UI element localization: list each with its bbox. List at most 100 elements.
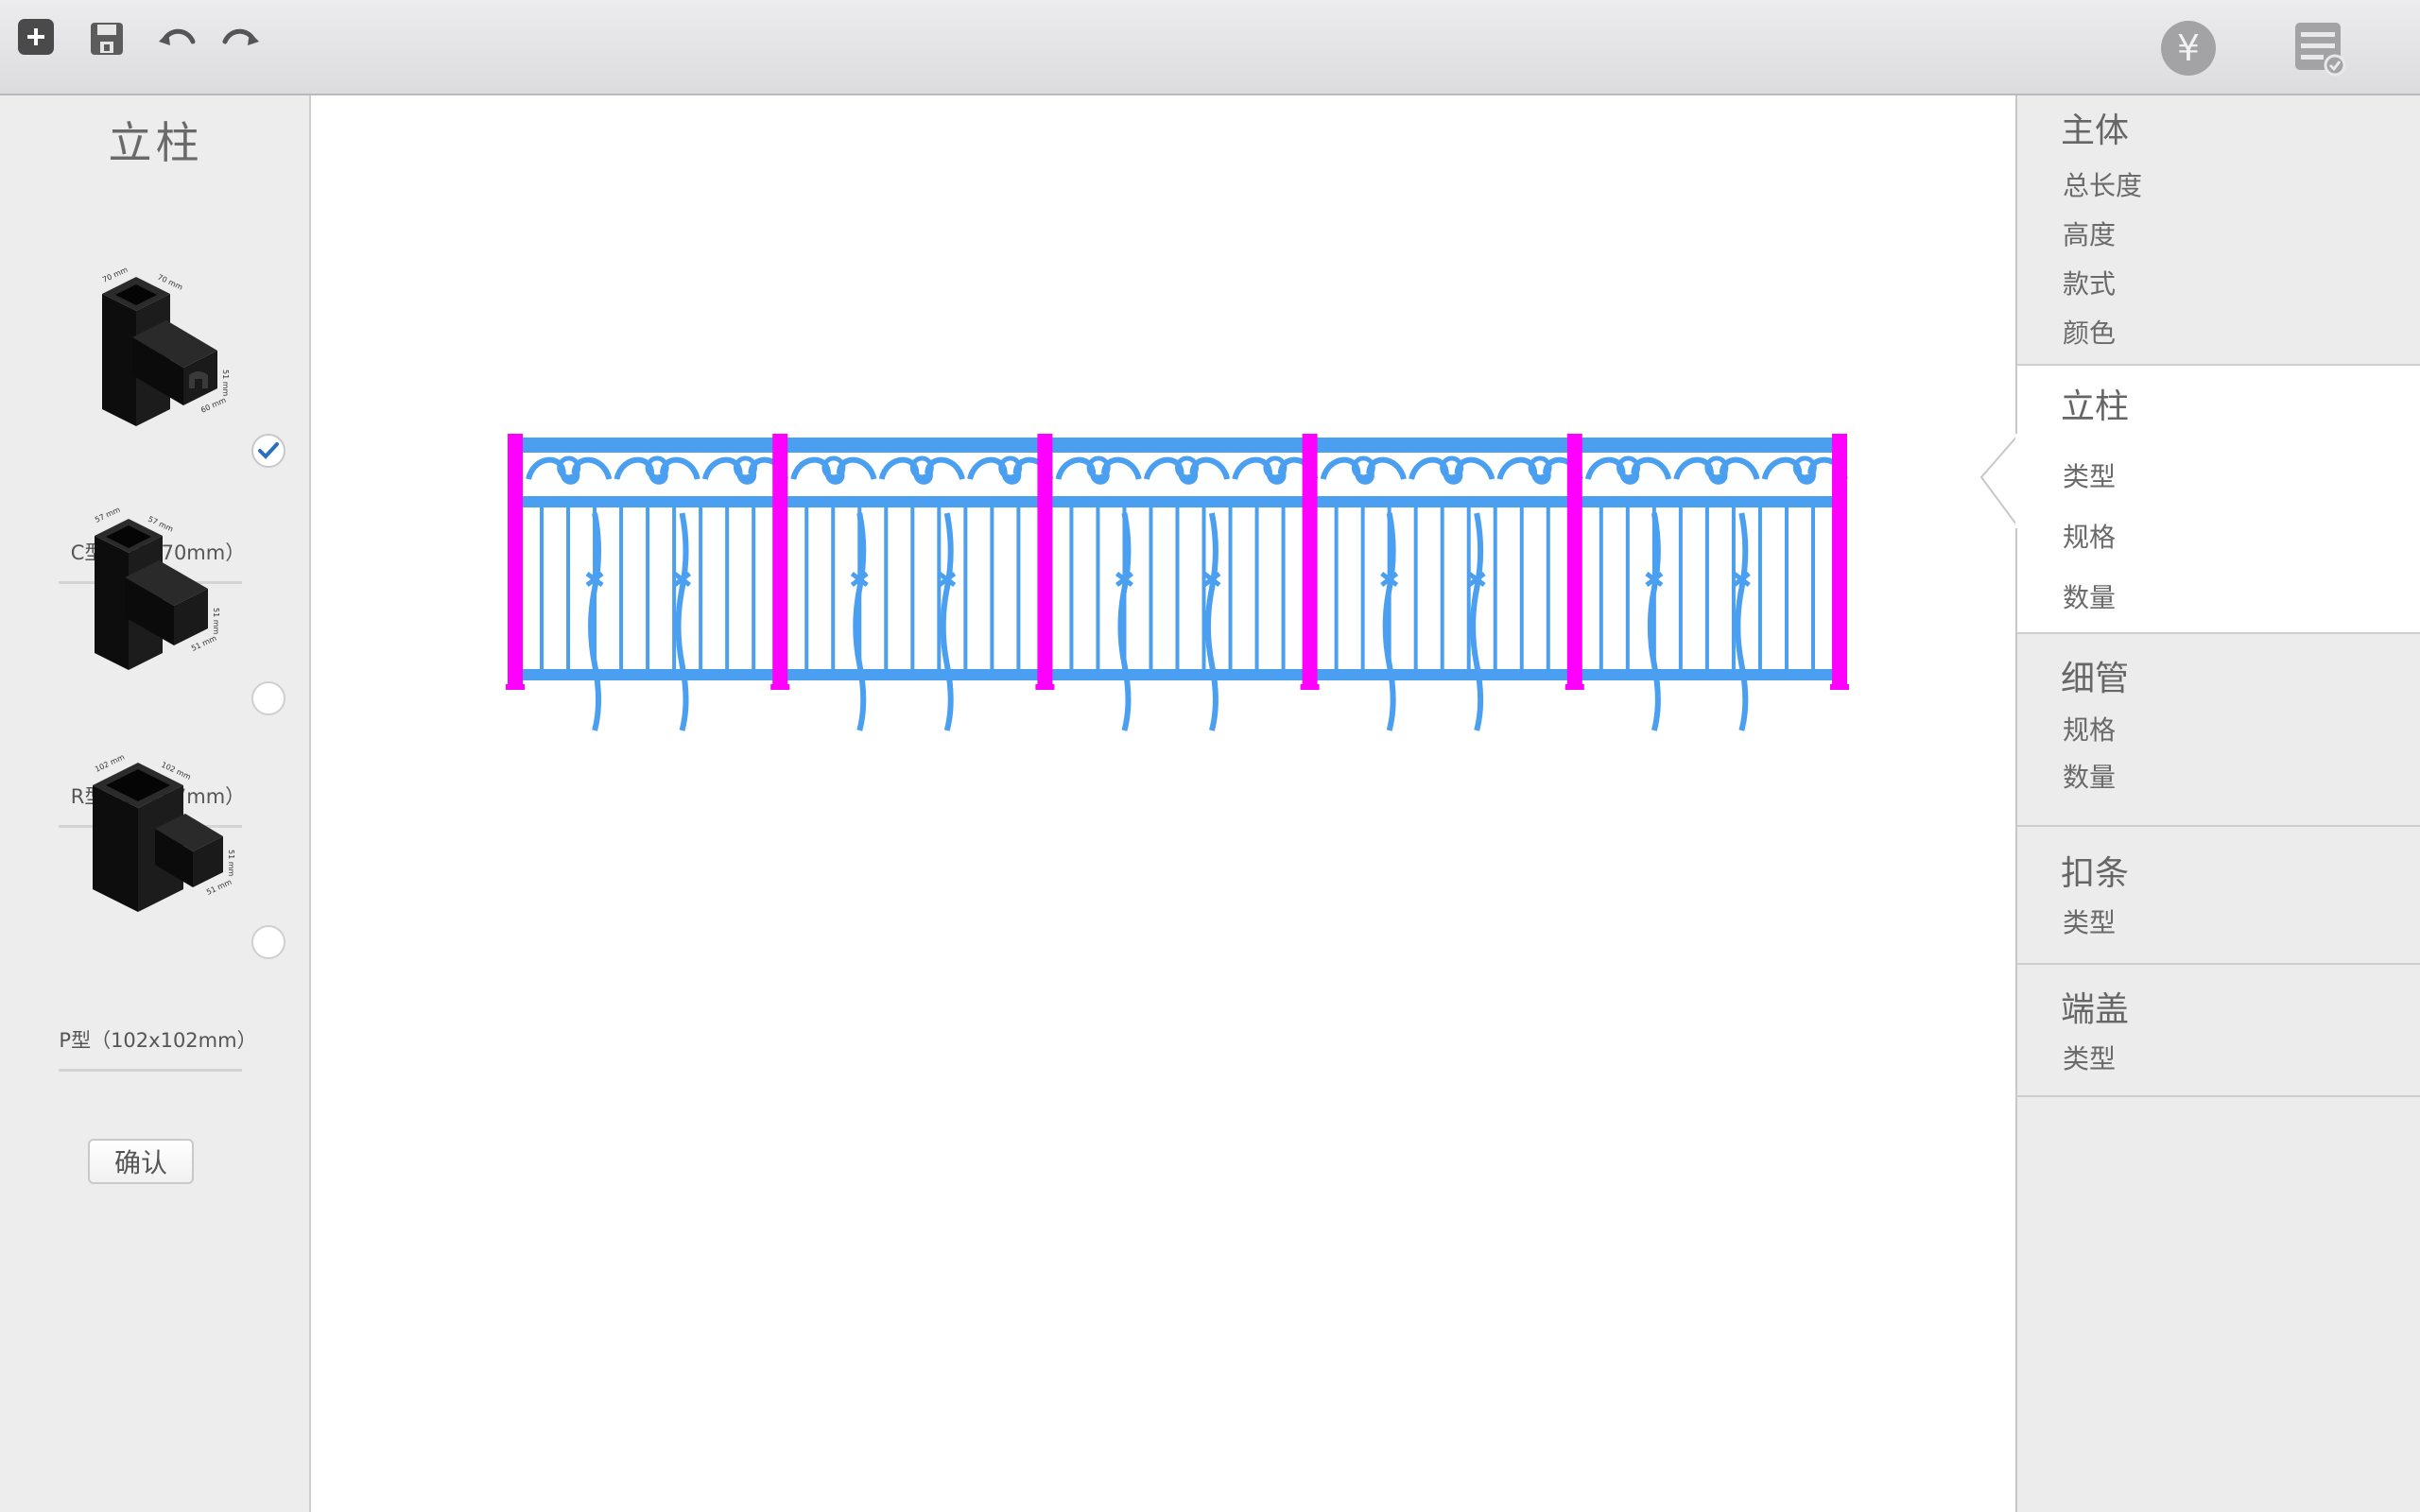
menu-item-type[interactable]: 类型 <box>2063 456 2116 494</box>
price-icon[interactable]: ¥ <box>2161 21 2216 76</box>
twisted-baluster <box>1204 512 1219 731</box>
baluster <box>1757 507 1762 669</box>
baluster <box>831 507 836 669</box>
design-canvas[interactable] <box>311 95 2015 1512</box>
baluster <box>990 507 994 669</box>
checklist-icon[interactable] <box>2291 19 2348 77</box>
check-icon <box>258 442 279 459</box>
menu-item-height[interactable]: 高度 <box>2063 215 2116 252</box>
price-symbol: ¥ <box>2176 27 2201 69</box>
baluster <box>1466 507 1471 669</box>
divider <box>59 1069 242 1072</box>
baluster <box>540 507 544 669</box>
menu-item-total-length[interactable]: 总长度 <box>2063 165 2142 203</box>
post-base <box>1035 684 1055 690</box>
baluster <box>884 507 889 669</box>
radio-unselected[interactable] <box>251 681 285 715</box>
menu-item-quantity[interactable]: 数量 <box>2063 757 2116 795</box>
undo-icon[interactable] <box>157 23 199 57</box>
middle-rail <box>515 496 1840 507</box>
svg-text:51 mm: 51 mm <box>212 608 220 635</box>
menu-item-type[interactable]: 类型 <box>2063 1039 2116 1076</box>
baluster <box>1678 507 1683 669</box>
baluster <box>1360 507 1365 669</box>
post-base <box>1830 684 1849 690</box>
post-option-r[interactable]: 57 mm 57 mm 51 mm 51 mm R型（57x57mm） <box>59 507 285 828</box>
svg-text:70 mm: 70 mm <box>101 266 130 284</box>
baluster <box>1281 507 1286 669</box>
twisted-baluster <box>1735 512 1749 731</box>
menu-item-color[interactable]: 颜色 <box>2063 313 2116 351</box>
post <box>1832 434 1847 690</box>
post-option-p[interactable]: 102 mm 102 mm 51 mm 51 mm P型（102x102mm） <box>59 751 285 1072</box>
baluster <box>1149 507 1153 669</box>
svg-text:51 mm: 51 mm <box>227 850 235 877</box>
menu-item-type[interactable]: 类型 <box>2063 902 2116 940</box>
post-base <box>770 684 790 690</box>
menu-item-spec[interactable]: 规格 <box>2063 710 2116 747</box>
baluster <box>699 507 703 669</box>
section-thin-tube[interactable]: 细管 规格 数量 <box>2017 634 2420 827</box>
save-icon[interactable] <box>87 19 127 59</box>
top-toolbar: ¥ <box>0 0 2420 95</box>
add-icon[interactable] <box>18 19 54 55</box>
baluster <box>910 507 915 669</box>
bottom-rail <box>515 669 1840 680</box>
section-title[interactable]: 扣条 <box>2061 846 2129 895</box>
baluster <box>804 507 809 669</box>
baluster <box>1201 507 1206 669</box>
baluster <box>619 507 624 669</box>
svg-text:51 mm: 51 mm <box>190 634 218 653</box>
section-main[interactable]: 主体 总长度 高度 款式 颜色 <box>2017 95 2420 366</box>
baluster <box>937 507 942 669</box>
radio-selected[interactable] <box>251 434 285 468</box>
top-rail <box>515 438 1840 453</box>
baluster <box>1704 507 1709 669</box>
baluster <box>1440 507 1444 669</box>
svg-text:57 mm: 57 mm <box>94 507 122 524</box>
redo-icon[interactable] <box>219 23 261 57</box>
baluster <box>646 507 650 669</box>
option-label: P型（102x102mm） <box>59 1029 257 1052</box>
menu-item-quantity[interactable]: 数量 <box>2063 577 2116 615</box>
twisted-baluster <box>1470 512 1484 731</box>
baluster <box>1016 507 1021 669</box>
section-title[interactable]: 端盖 <box>2061 982 2129 1031</box>
twisted-baluster <box>675 512 689 731</box>
section-title[interactable]: 立柱 <box>2061 379 2129 428</box>
baluster <box>1784 507 1789 669</box>
section-title[interactable]: 主体 <box>2061 103 2129 152</box>
section-end-cap[interactable]: 端盖 类型 <box>2017 965 2420 1097</box>
post-base <box>1300 684 1320 690</box>
svg-text:60 mm: 60 mm <box>199 396 228 415</box>
baluster <box>1625 507 1630 669</box>
confirm-button[interactable]: 确认 <box>88 1139 194 1184</box>
baluster <box>672 507 677 669</box>
railing-drawing[interactable] <box>311 95 2015 1512</box>
baluster <box>1228 507 1233 669</box>
post <box>1302 434 1318 690</box>
svg-text:51 mm: 51 mm <box>221 369 230 397</box>
post-r-image: 57 mm 57 mm 51 mm 51 mm <box>94 507 220 670</box>
post-base <box>1564 684 1584 690</box>
post <box>772 434 788 690</box>
post-c-image: 70 mm 70 mm 51 mm 60 mm <box>101 266 230 426</box>
post-option-c[interactable]: 70 mm 70 mm 51 mm 60 mm C型（70x70mm） <box>59 264 285 584</box>
svg-text:102 mm: 102 mm <box>94 752 126 773</box>
section-title[interactable]: 细管 <box>2061 651 2129 700</box>
baluster <box>963 507 968 669</box>
radio-unselected[interactable] <box>251 925 285 959</box>
baluster <box>1599 507 1603 669</box>
baluster <box>1069 507 1074 669</box>
menu-item-style[interactable]: 款式 <box>2063 264 2116 301</box>
post-options-panel: 立柱 70 mm 70 mm 51 mm 60 mm C型（70x70mm） <box>0 95 311 1512</box>
baluster <box>1334 507 1339 669</box>
baluster <box>1731 507 1736 669</box>
baluster <box>1175 507 1180 669</box>
baluster <box>752 507 756 669</box>
post <box>508 434 523 690</box>
section-clip-strip[interactable]: 扣条 类型 <box>2017 827 2420 965</box>
post-p-image: 102 mm 102 mm 51 mm 51 mm <box>93 752 235 912</box>
section-post[interactable]: 立柱 类型 规格 数量 <box>1979 366 2420 634</box>
menu-item-spec[interactable]: 规格 <box>2063 517 2116 555</box>
